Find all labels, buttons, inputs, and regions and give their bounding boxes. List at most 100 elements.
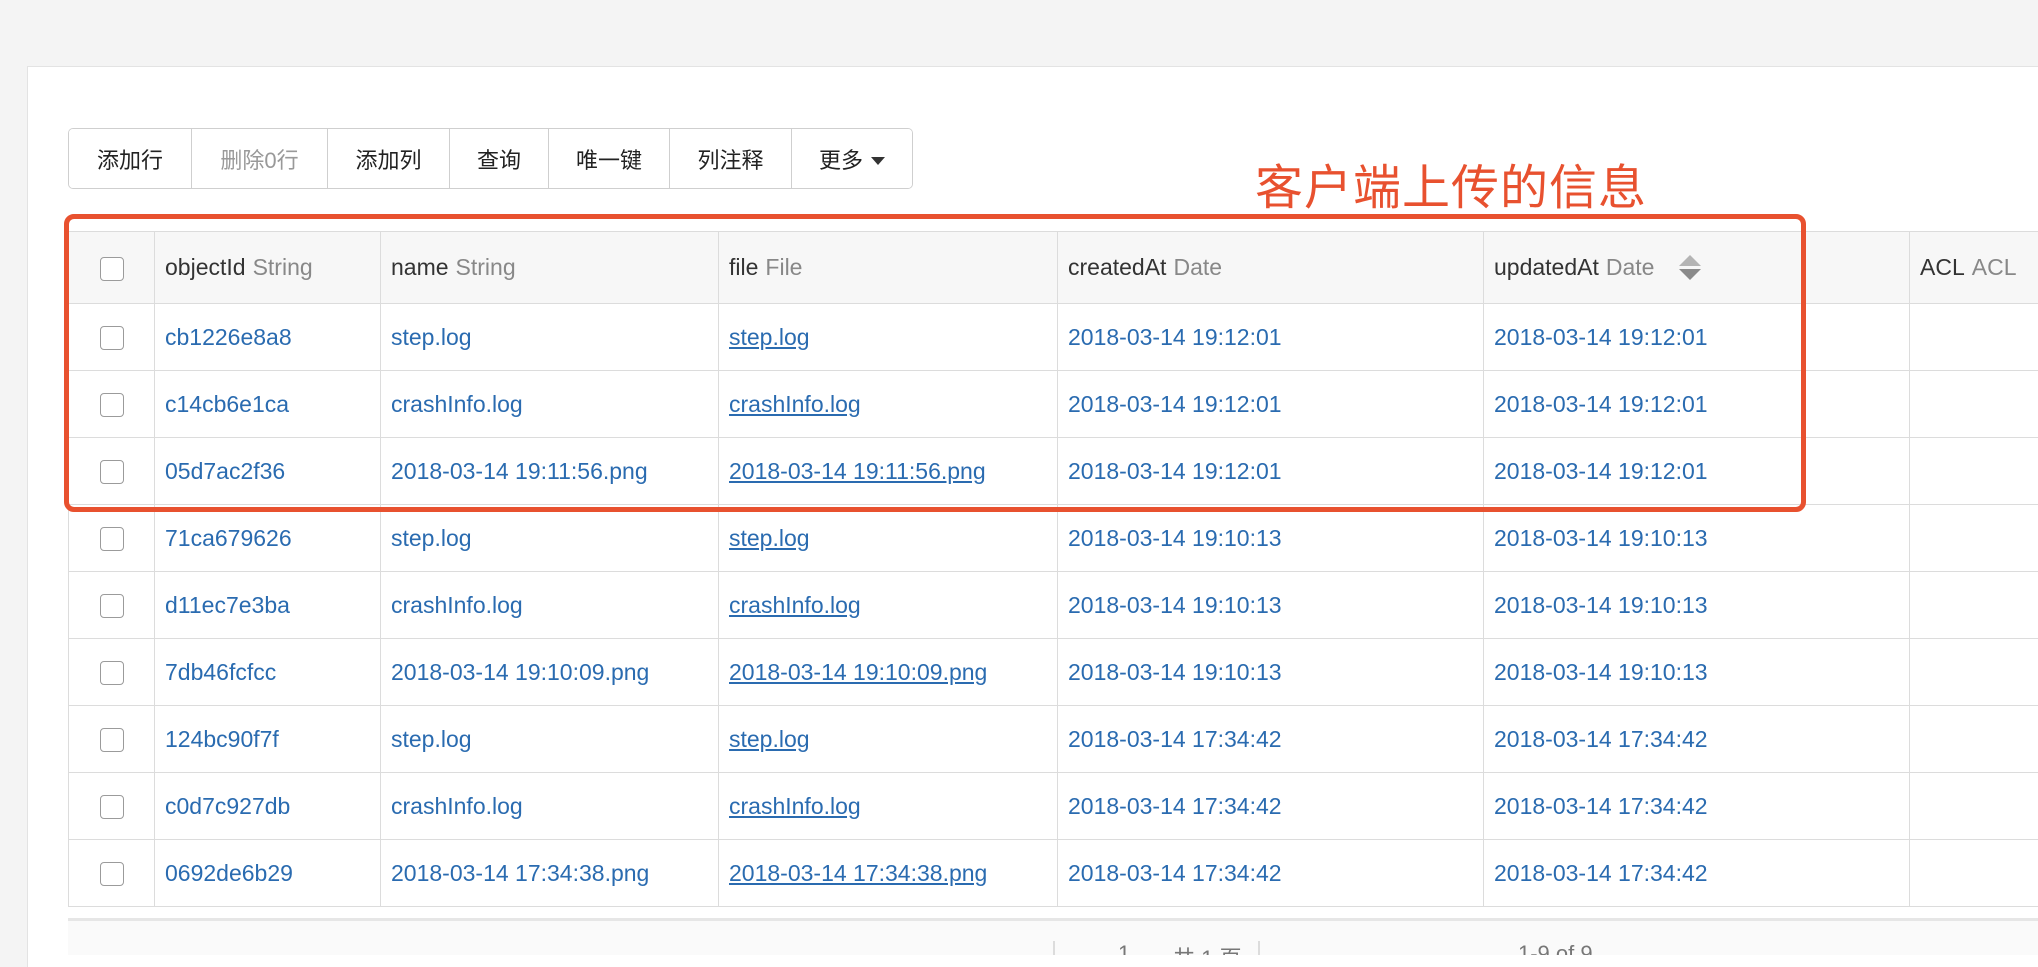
file-link[interactable]: 2018-03-14 19:11:56.png	[729, 458, 986, 484]
cell-file[interactable]: step.log	[719, 304, 1058, 371]
cell-name[interactable]: crashInfo.log	[381, 773, 719, 840]
cell-createdat[interactable]: 2018-03-14 19:10:13	[1058, 505, 1484, 572]
table-row[interactable]: d11ec7e3bacrashInfo.logcrashInfo.log2018…	[69, 572, 2038, 639]
cell-updatedat[interactable]: 2018-03-14 17:34:42	[1484, 840, 1910, 907]
cell-objectid[interactable]: d11ec7e3ba	[155, 572, 381, 639]
delete-rows-button[interactable]: 删除0行	[192, 129, 328, 188]
column-comment-button[interactable]: 列注释	[670, 129, 792, 188]
cell-name[interactable]: step.log	[381, 304, 719, 371]
cell-updatedat[interactable]: 2018-03-14 19:12:01	[1484, 438, 1910, 505]
row-checkbox[interactable]	[100, 460, 124, 484]
cell-updatedat[interactable]: 2018-03-14 19:12:01	[1484, 371, 1910, 438]
column-header-file[interactable]: file File	[719, 232, 1058, 304]
cell-objectid[interactable]: c14cb6e1ca	[155, 371, 381, 438]
table-row[interactable]: 05d7ac2f362018-03-14 19:11:56.png2018-03…	[69, 438, 2038, 505]
table-row[interactable]: 71ca679626step.logstep.log2018-03-14 19:…	[69, 505, 2038, 572]
cell-objectid[interactable]: cb1226e8a8	[155, 304, 381, 371]
cell-name[interactable]: crashInfo.log	[381, 371, 719, 438]
file-link[interactable]: crashInfo.log	[729, 592, 861, 618]
cell-createdat[interactable]: 2018-03-14 19:10:13	[1058, 572, 1484, 639]
cell-createdat[interactable]: 2018-03-14 17:34:42	[1058, 840, 1484, 907]
cell-acl[interactable]	[1910, 304, 2038, 371]
column-type: File	[765, 254, 802, 280]
cell-name[interactable]: step.log	[381, 505, 719, 572]
more-button[interactable]: 更多	[792, 129, 912, 188]
cell-file[interactable]: 2018-03-14 17:34:38.png	[719, 840, 1058, 907]
cell-updatedat[interactable]: 2018-03-14 19:10:13	[1484, 639, 1910, 706]
cell-acl[interactable]	[1910, 371, 2038, 438]
select-all-checkbox[interactable]	[100, 257, 124, 281]
current-page[interactable]: 1	[1118, 941, 1130, 955]
table-row[interactable]: 7db46fcfcc2018-03-14 19:10:09.png2018-03…	[69, 639, 2038, 706]
cell-objectid[interactable]: 05d7ac2f36	[155, 438, 381, 505]
row-checkbox[interactable]	[100, 661, 124, 685]
column-header-createdat[interactable]: createdAtDate	[1058, 232, 1484, 304]
cell-createdat[interactable]: 2018-03-14 17:34:42	[1058, 773, 1484, 840]
cell-objectid[interactable]: c0d7c927db	[155, 773, 381, 840]
row-checkbox[interactable]	[100, 393, 124, 417]
cell-acl[interactable]	[1910, 505, 2038, 572]
cell-updatedat[interactable]: 2018-03-14 17:34:42	[1484, 706, 1910, 773]
table-row[interactable]: c14cb6e1cacrashInfo.logcrashInfo.log2018…	[69, 371, 2038, 438]
row-checkbox[interactable]	[100, 326, 124, 350]
add-row-button[interactable]: 添加行	[69, 129, 192, 188]
cell-createdat[interactable]: 2018-03-14 19:12:01	[1058, 304, 1484, 371]
cell-createdat[interactable]: 2018-03-14 19:12:01	[1058, 371, 1484, 438]
cell-updatedat[interactable]: 2018-03-14 19:12:01	[1484, 304, 1910, 371]
row-checkbox[interactable]	[100, 728, 124, 752]
cell-file[interactable]: 2018-03-14 19:10:09.png	[719, 639, 1058, 706]
cell-acl[interactable]	[1910, 840, 2038, 907]
cell-createdat[interactable]: 2018-03-14 19:10:13	[1058, 639, 1484, 706]
cell-acl[interactable]	[1910, 773, 2038, 840]
cell-objectid[interactable]: 0692de6b29	[155, 840, 381, 907]
cell-acl[interactable]	[1910, 438, 2038, 505]
cell-acl[interactable]	[1910, 706, 2038, 773]
cell-file[interactable]: crashInfo.log	[719, 773, 1058, 840]
row-checkbox[interactable]	[100, 795, 124, 819]
cell-file[interactable]: 2018-03-14 19:11:56.png	[719, 438, 1058, 505]
column-header-acl[interactable]: ACLACL	[1910, 232, 2038, 304]
sort-icon[interactable]	[1679, 255, 1701, 281]
column-header-name[interactable]: nameString	[381, 232, 719, 304]
cell-updatedat[interactable]: 2018-03-14 19:10:13	[1484, 505, 1910, 572]
cell-objectid[interactable]: 7db46fcfcc	[155, 639, 381, 706]
cell-name[interactable]: 2018-03-14 19:11:56.png	[381, 438, 719, 505]
file-link[interactable]: step.log	[729, 324, 810, 350]
cell-name[interactable]: 2018-03-14 17:34:38.png	[381, 840, 719, 907]
unique-key-button[interactable]: 唯一键	[549, 129, 670, 188]
row-checkbox[interactable]	[100, 527, 124, 551]
column-header-updatedat[interactable]: updatedAtDate	[1484, 232, 1910, 304]
column-header-objectid[interactable]: objectIdString	[155, 232, 381, 304]
cell-updatedat[interactable]: 2018-03-14 19:10:13	[1484, 572, 1910, 639]
cell-file[interactable]: crashInfo.log	[719, 572, 1058, 639]
cell-file[interactable]: step.log	[719, 706, 1058, 773]
file-link[interactable]: step.log	[729, 525, 810, 551]
cell-objectid[interactable]: 124bc90f7f	[155, 706, 381, 773]
cell-name[interactable]: step.log	[381, 706, 719, 773]
cell-createdat[interactable]: 2018-03-14 17:34:42	[1058, 706, 1484, 773]
cell-acl[interactable]	[1910, 639, 2038, 706]
row-checkbox[interactable]	[100, 594, 124, 618]
file-link[interactable]: 2018-03-14 17:34:38.png	[729, 860, 987, 886]
cell-name[interactable]: 2018-03-14 19:10:09.png	[381, 639, 719, 706]
cell-file[interactable]: crashInfo.log	[719, 371, 1058, 438]
query-button[interactable]: 查询	[450, 129, 549, 188]
cell-name[interactable]: crashInfo.log	[381, 572, 719, 639]
table-row[interactable]: 124bc90f7fstep.logstep.log2018-03-14 17:…	[69, 706, 2038, 773]
table-row[interactable]: cb1226e8a8step.logstep.log2018-03-14 19:…	[69, 304, 2038, 371]
file-link[interactable]: 2018-03-14 19:10:09.png	[729, 659, 987, 685]
row-select-cell	[69, 304, 155, 371]
file-link[interactable]: crashInfo.log	[729, 391, 861, 417]
table-row[interactable]: c0d7c927dbcrashInfo.logcrashInfo.log2018…	[69, 773, 2038, 840]
cell-updatedat[interactable]: 2018-03-14 17:34:42	[1484, 773, 1910, 840]
file-link[interactable]: crashInfo.log	[729, 793, 861, 819]
add-column-button[interactable]: 添加列	[328, 129, 450, 188]
cell-acl[interactable]	[1910, 572, 2038, 639]
cell-file[interactable]: step.log	[719, 505, 1058, 572]
row-checkbox[interactable]	[100, 862, 124, 886]
column-name: file	[729, 254, 758, 280]
table-row[interactable]: 0692de6b292018-03-14 17:34:38.png2018-03…	[69, 840, 2038, 907]
cell-createdat[interactable]: 2018-03-14 19:12:01	[1058, 438, 1484, 505]
file-link[interactable]: step.log	[729, 726, 810, 752]
cell-objectid[interactable]: 71ca679626	[155, 505, 381, 572]
